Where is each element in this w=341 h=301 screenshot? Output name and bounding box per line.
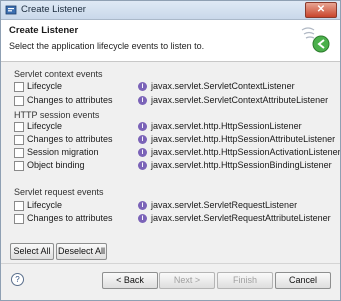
interface-icon: I [138, 214, 147, 223]
event-label: Changes to attributes [27, 213, 113, 223]
footer-separator [1, 263, 340, 264]
interface-icon: I [138, 122, 147, 131]
page-description: Select the application lifecycle events … [9, 41, 205, 51]
title-bar[interactable]: Create Listener ✕ [1, 1, 340, 20]
event-checkbox[interactable] [14, 122, 24, 132]
event-checkbox[interactable] [14, 135, 24, 145]
event-checkbox[interactable] [14, 201, 24, 211]
interface-icon: I [138, 148, 147, 157]
event-row[interactable]: Changes to attributes I javax.servlet.Se… [14, 213, 332, 225]
deselect-all-button[interactable]: Deselect All [56, 243, 107, 260]
interface-icon: I [138, 135, 147, 144]
listener-interface-name: javax.servlet.http.HttpSessionActivation… [151, 147, 341, 157]
event-row[interactable]: Session migration I javax.servlet.http.H… [14, 147, 340, 159]
event-row[interactable]: Lifecycle I javax.servlet.http.HttpSessi… [14, 121, 332, 133]
create-listener-dialog: Create Listener ✕ Create Listener Select… [0, 0, 341, 301]
interface-icon: I [138, 96, 147, 105]
wizard-banner-icon [301, 27, 330, 53]
window-title: Create Listener [21, 4, 86, 15]
event-label: Lifecycle [27, 81, 63, 91]
event-row[interactable]: Changes to attributes I javax.servlet.ht… [14, 134, 336, 146]
select-all-button[interactable]: Select All [10, 243, 54, 260]
event-row[interactable]: Object binding I javax.servlet.http.Http… [14, 160, 332, 172]
group-label-servlet-request: Servlet request events [14, 187, 104, 197]
help-icon[interactable]: ? [11, 273, 24, 286]
page-title: Create Listener [9, 25, 79, 36]
listener-interface-name: javax.servlet.http.HttpSessionBindingLis… [151, 160, 332, 170]
interface-icon: I [138, 161, 147, 170]
listener-interface-name: javax.servlet.ServletContextAttributeLis… [151, 95, 329, 105]
app-icon [5, 5, 17, 15]
event-checkbox[interactable] [14, 148, 24, 158]
window-close-button[interactable]: ✕ [305, 2, 337, 18]
event-label: Changes to attributes [27, 134, 113, 144]
wizard-header: Create Listener Select the application l… [1, 20, 340, 62]
group-label-servlet-context: Servlet context events [14, 69, 103, 79]
listener-interface-name: javax.servlet.http.HttpSessionListener [151, 121, 302, 131]
event-label: Lifecycle [27, 121, 63, 131]
event-checkbox[interactable] [14, 96, 24, 106]
event-checkbox[interactable] [14, 82, 24, 92]
cancel-button[interactable]: Cancel [275, 272, 331, 289]
event-label: Object binding [27, 160, 85, 170]
event-checkbox[interactable] [14, 214, 24, 224]
event-row[interactable]: Changes to attributes I javax.servlet.Se… [14, 95, 332, 107]
event-label: Session migration [27, 147, 99, 157]
interface-icon: I [138, 82, 147, 91]
event-row[interactable]: Lifecycle I javax.servlet.ServletRequest… [14, 200, 332, 212]
listener-interface-name: javax.servlet.http.HttpSessionAttributeL… [151, 134, 336, 144]
listener-interface-name: javax.servlet.ServletRequestListener [151, 200, 298, 210]
group-label-http-session: HTTP session events [14, 110, 100, 120]
event-row[interactable]: Lifecycle I javax.servlet.ServletContext… [14, 81, 332, 93]
next-button[interactable]: Next > [159, 272, 215, 289]
interface-icon: I [138, 201, 147, 210]
event-label: Changes to attributes [27, 95, 113, 105]
back-button[interactable]: < Back [102, 272, 158, 289]
event-checkbox[interactable] [14, 161, 24, 171]
event-label: Lifecycle [27, 200, 63, 210]
listener-interface-name: javax.servlet.ServletContextListener [151, 81, 295, 91]
finish-button[interactable]: Finish [217, 272, 273, 289]
listener-interface-name: javax.servlet.ServletRequestAttributeLis… [151, 213, 331, 223]
